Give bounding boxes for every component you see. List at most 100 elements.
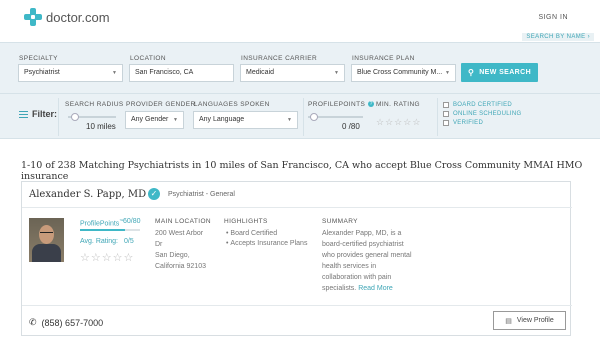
location-input[interactable]: San Francisco, CA bbox=[129, 64, 234, 82]
summary-line: who provides general mental bbox=[322, 252, 412, 259]
filter-title: Filter: bbox=[19, 109, 57, 119]
carrier-value: Medicaid bbox=[246, 69, 275, 76]
highlight-item: • Accepts Insurance Plans bbox=[226, 240, 308, 247]
star-icon[interactable]: ☆ bbox=[385, 117, 393, 128]
specialty-value: Psychiatrist bbox=[24, 69, 60, 76]
address-line: California 92103 bbox=[155, 263, 206, 270]
main-location-title: MAIN LOCATION bbox=[155, 218, 212, 225]
address-line: San Diego, bbox=[155, 252, 190, 259]
phone-number: (858) 657-7000 bbox=[41, 317, 104, 328]
board-certified-checkbox[interactable]: BOARD CERTIFIED bbox=[443, 102, 512, 108]
profilepoints-progress bbox=[80, 229, 140, 231]
profilepoints-score: 60/80 bbox=[123, 218, 141, 225]
specialty-select[interactable]: Psychiatrist ▼ bbox=[18, 64, 123, 82]
top-bar: doctor.com SIGN IN SEARCH BY NAME › bbox=[0, 0, 600, 42]
filter-sliders-icon bbox=[19, 110, 28, 118]
radius-label: SEARCH RADIUS bbox=[65, 101, 124, 108]
languages-select[interactable]: Any Language ▼ bbox=[193, 111, 298, 129]
star-icon[interactable]: ☆ bbox=[394, 117, 402, 128]
online-scheduling-checkbox[interactable]: ONLINE SCHEDULING bbox=[443, 111, 521, 117]
specialty-label: SPECIALTY bbox=[19, 55, 58, 62]
highlight-text: Accepts Insurance Plans bbox=[230, 240, 308, 247]
summary-line: board-certified psychiatrist bbox=[322, 241, 404, 248]
search-by-name-link[interactable]: SEARCH BY NAME › bbox=[522, 33, 594, 41]
search-icon: ⚲ bbox=[467, 68, 475, 77]
chevron-down-icon: ▼ bbox=[287, 117, 292, 123]
min-rating-label: MIN. RATING bbox=[376, 101, 420, 108]
carrier-label: INSURANCE CARRIER bbox=[241, 55, 318, 62]
location-value: San Francisco, CA bbox=[135, 69, 194, 76]
star-icon: ☆ bbox=[80, 252, 90, 264]
filter-separator bbox=[303, 98, 304, 136]
brand-logo[interactable]: doctor.com bbox=[24, 8, 110, 26]
chevron-down-icon: ▼ bbox=[112, 70, 117, 76]
profilepoints-card-label: ProfilePoints™ bbox=[80, 218, 123, 227]
languages-label: LANGUAGES SPOKEN bbox=[194, 101, 270, 108]
view-profile-button[interactable]: ▤ View Profile bbox=[493, 311, 566, 330]
card-footer-divider bbox=[22, 305, 572, 306]
plan-label: INSURANCE PLAN bbox=[352, 55, 415, 62]
chevron-down-icon: ▼ bbox=[334, 70, 339, 76]
summary-line: health services in bbox=[322, 263, 377, 270]
star-icon: ☆ bbox=[123, 252, 134, 264]
avg-rating-value: 0/5 bbox=[124, 238, 134, 245]
star-icon[interactable]: ☆ bbox=[412, 117, 420, 128]
summary-line: specialists. Read More bbox=[322, 283, 412, 294]
star-icon[interactable]: ☆ bbox=[376, 117, 384, 128]
profilepoints-card-text: ProfilePoints bbox=[80, 220, 120, 228]
highlight-item: • Board Certified bbox=[226, 230, 278, 237]
profilepoints-slider-handle[interactable] bbox=[310, 113, 318, 121]
doctor-card: Alexander S. Papp, MD ✓ Psychiatrist - G… bbox=[21, 181, 572, 336]
new-search-button[interactable]: ⚲ NEW SEARCH bbox=[461, 63, 538, 82]
filter-separator bbox=[437, 98, 438, 136]
chevron-down-icon: ▼ bbox=[445, 70, 450, 76]
logo-cross-icon bbox=[24, 8, 42, 26]
highlights-title: HIGHLIGHTS bbox=[224, 218, 268, 225]
verified-check-icon: ✓ bbox=[148, 188, 160, 200]
doctor-specialty: Psychiatrist - General bbox=[168, 191, 235, 198]
read-more-link[interactable]: Read More bbox=[358, 285, 393, 292]
checkbox-box[interactable] bbox=[443, 120, 449, 126]
chevron-down-icon: ▼ bbox=[173, 117, 178, 123]
star-icon[interactable]: ☆ bbox=[403, 117, 411, 128]
results-heading: 1-10 of 238 Matching Psychiatrists in 10… bbox=[21, 160, 583, 182]
doctor-card-header: Alexander S. Papp, MD ✓ Psychiatrist - G… bbox=[22, 182, 572, 208]
checkbox-box[interactable] bbox=[443, 111, 449, 117]
info-icon[interactable]: ? bbox=[368, 101, 375, 108]
doctor-name[interactable]: Alexander S. Papp, MD bbox=[29, 189, 146, 200]
profile-document-icon: ▤ bbox=[505, 317, 512, 325]
summary-line: collaboration with pain bbox=[322, 274, 392, 281]
summary-text: Alexander Papp, MD, is a board-certified… bbox=[322, 228, 412, 294]
verified-checkbox[interactable]: VERIFIED bbox=[443, 120, 483, 126]
profilepoints-label: PROFILEPOINTS? bbox=[308, 101, 375, 108]
address-line: Dr bbox=[155, 241, 163, 248]
location-label: LOCATION bbox=[130, 55, 166, 62]
summary-title: SUMMARY bbox=[322, 218, 358, 225]
carrier-select[interactable]: Medicaid ▼ bbox=[240, 64, 345, 82]
min-rating-stars[interactable]: ☆☆☆☆☆ bbox=[376, 112, 421, 130]
sign-in-link[interactable]: SIGN IN bbox=[538, 14, 568, 21]
plan-select[interactable]: Blue Cross Community M... ▼ bbox=[351, 64, 456, 82]
star-icon: ☆ bbox=[90, 252, 101, 264]
languages-value: Any Language bbox=[199, 116, 245, 123]
search-panel: SPECIALTY Psychiatrist ▼ LOCATION San Fr… bbox=[0, 42, 600, 139]
filter-label-text: Filter: bbox=[32, 109, 58, 119]
gender-select[interactable]: Any Gender ▼ bbox=[125, 111, 184, 129]
avg-rating-label: Avg. Rating: bbox=[80, 238, 119, 245]
board-certified-label: BOARD CERTIFIED bbox=[453, 102, 513, 108]
address-line: 200 West Arbor bbox=[155, 230, 204, 237]
checkbox-box[interactable] bbox=[443, 102, 449, 108]
profilepoints-progress-fill bbox=[80, 229, 125, 231]
doctor-phone[interactable]: ✆ (858) 657-7000 bbox=[29, 317, 103, 328]
plan-value: Blue Cross Community M... bbox=[357, 69, 443, 76]
summary-line: Alexander Papp, MD, is a bbox=[322, 230, 402, 237]
radius-slider-handle[interactable] bbox=[71, 113, 79, 121]
star-icon: ☆ bbox=[112, 252, 123, 264]
online-scheduling-label: ONLINE SCHEDULING bbox=[453, 111, 522, 117]
profilepoints-value: 0 /80 bbox=[342, 122, 360, 131]
gender-value: Any Gender bbox=[131, 116, 169, 123]
doctor-photo[interactable] bbox=[29, 218, 64, 262]
filter-separator bbox=[58, 98, 59, 136]
summary-last-text: specialists. bbox=[322, 285, 357, 292]
main-location-address: 200 West Arbor Dr San Diego, California … bbox=[155, 228, 206, 272]
